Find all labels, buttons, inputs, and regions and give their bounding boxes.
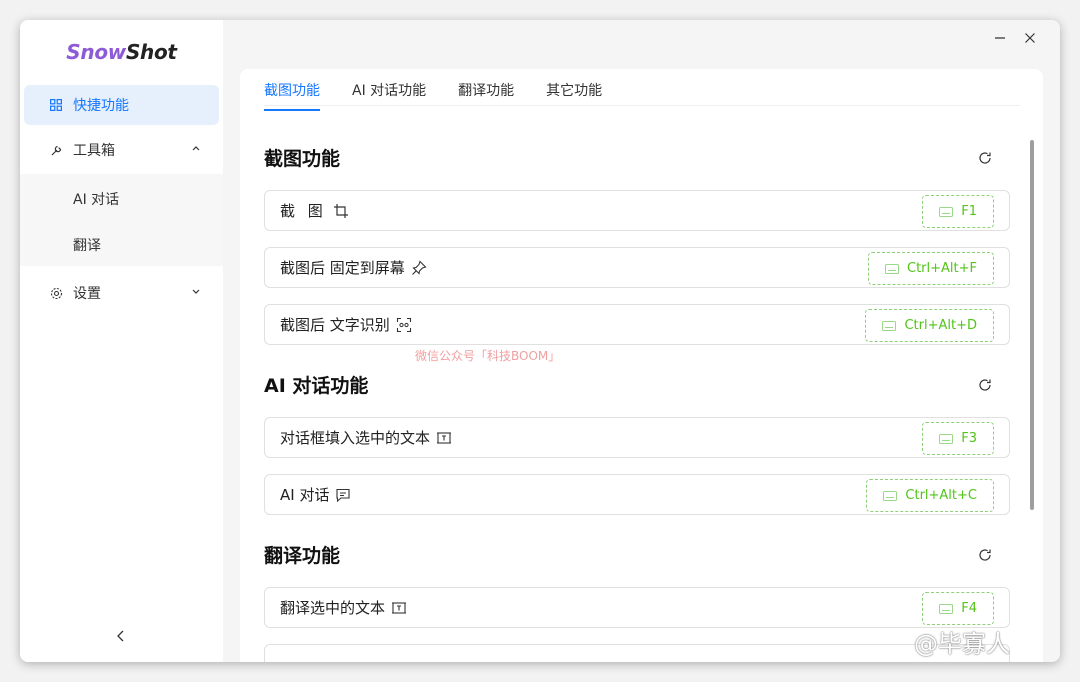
shortcut-label: 截图后 文字识别 (280, 316, 390, 334)
shortcut-key-button[interactable]: Ctrl+Alt+C (866, 479, 994, 512)
close-button[interactable] (1018, 28, 1042, 48)
tab-translate[interactable]: 翻译功能 (458, 81, 514, 105)
wrench-icon (49, 143, 63, 157)
shortcut-row-partial (264, 644, 1010, 662)
shortcut-key: Ctrl+Alt+C (905, 488, 977, 503)
main-panel: 截图功能 AI 对话功能 翻译功能 其它功能 截图功能 截 图 F1 截图后 固… (240, 69, 1043, 662)
shortcut-row: 翻译选中的文本 F4 (264, 587, 1010, 628)
section-title-screenshot: 截图功能 (264, 148, 341, 170)
sidebar: SnowShot 快捷功能 工具箱 AI 对话 翻译 设置 (20, 20, 223, 662)
keyboard-icon (883, 490, 898, 501)
shortcut-key-button[interactable]: F4 (922, 592, 994, 625)
vertical-scrollbar[interactable] (1030, 140, 1034, 510)
section-title-ai-chat: AI 对话功能 (264, 375, 369, 397)
shortcut-key: Ctrl+Alt+D (904, 318, 977, 333)
tab-ai-chat[interactable]: AI 对话功能 (352, 81, 426, 105)
tab-other[interactable]: 其它功能 (546, 81, 602, 105)
sidebar-item-settings[interactable]: 设置 (24, 273, 219, 313)
tab-divider (264, 105, 1020, 106)
shortcut-label: AI 对话 (280, 486, 330, 504)
shortcut-key: F1 (961, 204, 977, 219)
sidebar-item-label: 设置 (73, 286, 101, 302)
shortcut-label: 翻译选中的文本 (280, 599, 386, 617)
settings-scroll-area[interactable]: 截图功能 截 图 F1 截图后 固定到屏幕 Ctrl+Alt+F 截图后 文字识… (240, 107, 1043, 662)
shortcut-row: 截图后 固定到屏幕 Ctrl+Alt+F (264, 247, 1010, 288)
shortcut-key: Ctrl+Alt+F (907, 261, 977, 276)
chevron-down-icon (192, 289, 200, 294)
shortcut-key-button[interactable]: F3 (922, 422, 994, 455)
collapse-sidebar-icon[interactable] (113, 628, 129, 644)
section-title-translate: 翻译功能 (264, 545, 341, 567)
text-select-icon (437, 431, 452, 444)
shortcut-key-button[interactable]: Ctrl+Alt+F (868, 252, 994, 285)
keyboard-icon (939, 433, 954, 444)
chat-icon (336, 488, 351, 502)
crop-icon (333, 203, 348, 218)
shortcut-row: 对话框填入选中的文本 F3 (264, 417, 1010, 458)
sidebar-item-toolbox[interactable]: 工具箱 (24, 130, 219, 170)
toolbox-submenu: AI 对话 翻译 (20, 174, 223, 266)
app-window: SnowShot 快捷功能 工具箱 AI 对话 翻译 设置 截图功能 AI 对话… (20, 20, 1060, 662)
reset-icon[interactable] (977, 377, 993, 393)
keyboard-icon (885, 263, 899, 274)
close-icon (1025, 33, 1035, 43)
tab-bar: 截图功能 AI 对话功能 翻译功能 其它功能 (264, 81, 634, 111)
tab-screenshot[interactable]: 截图功能 (264, 81, 320, 111)
reset-icon[interactable] (977, 547, 993, 563)
brand-watermark: @毕寡人 (914, 630, 1010, 658)
shortcut-label: 对话框填入选中的文本 (280, 429, 431, 447)
ocr-scan-icon (396, 317, 411, 332)
sidebar-item-shortcuts[interactable]: 快捷功能 (24, 85, 219, 125)
text-select-icon (392, 601, 407, 614)
shortcut-row: 截图后 文字识别 Ctrl+Alt+D (264, 304, 1010, 345)
shortcut-key: F3 (961, 431, 977, 446)
shortcut-row: 截 图 F1 (264, 190, 1010, 231)
sidebar-item-translate[interactable]: 翻译 (73, 235, 101, 255)
keyboard-icon (939, 603, 954, 614)
minimize-button[interactable] (988, 28, 1012, 48)
reset-icon[interactable] (977, 150, 993, 166)
minimize-icon (995, 37, 1005, 39)
shortcut-key: F4 (961, 601, 977, 616)
shortcut-key-button[interactable]: F1 (922, 195, 994, 228)
watermark-text: 微信公众号「科技BOOM」 (415, 349, 561, 363)
pin-icon (411, 259, 427, 275)
shortcut-row: AI 对话 Ctrl+Alt+C (264, 474, 1010, 515)
shortcut-label: 截 图 (280, 202, 327, 220)
app-logo: SnowShot (66, 40, 177, 64)
shortcut-label: 截图后 固定到屏幕 (280, 259, 405, 277)
grid-icon (49, 98, 63, 112)
sidebar-item-ai-chat[interactable]: AI 对话 (73, 189, 119, 209)
keyboard-icon (882, 320, 897, 331)
sidebar-item-label: 工具箱 (73, 143, 115, 159)
keyboard-icon (939, 206, 954, 217)
shortcut-key-button[interactable]: Ctrl+Alt+D (865, 309, 994, 342)
chevron-up-icon (192, 146, 200, 151)
gear-icon (49, 286, 63, 300)
sidebar-item-label: 快捷功能 (73, 98, 129, 114)
